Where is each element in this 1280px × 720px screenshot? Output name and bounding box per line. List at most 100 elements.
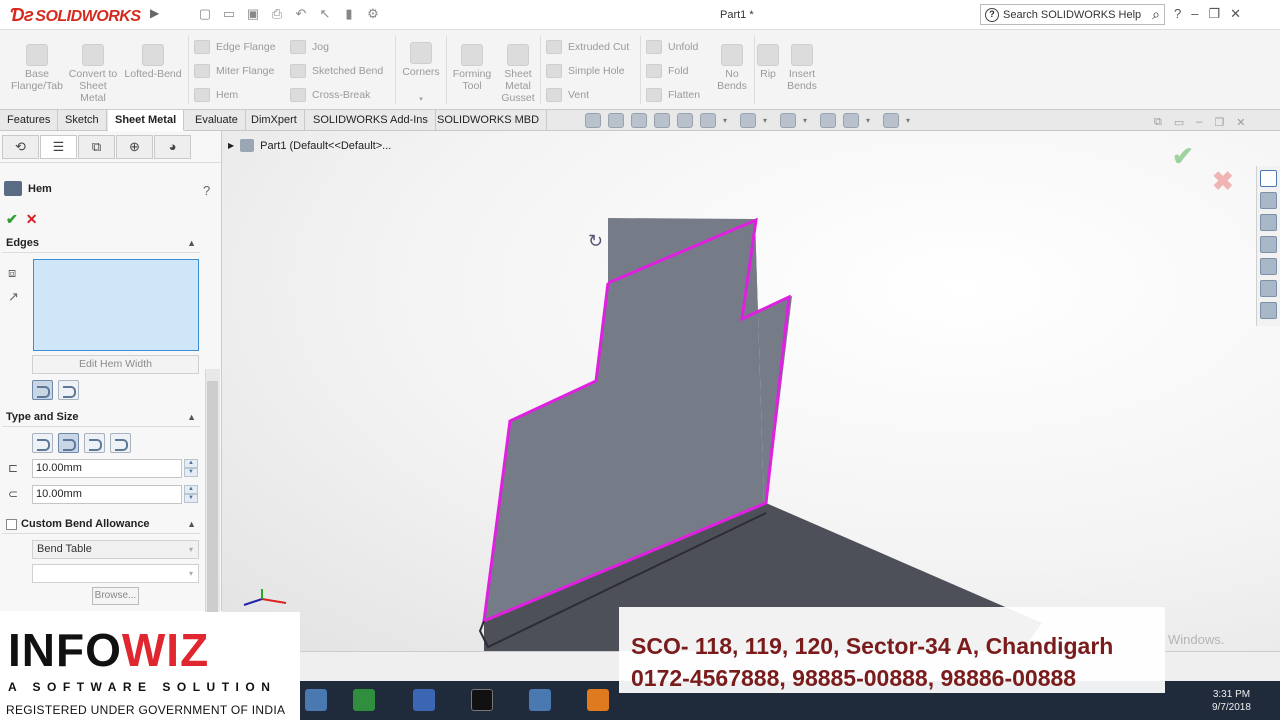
reverse-direction-icon[interactable]: ↗ [8,289,24,305]
doc-restore-icon[interactable]: ❐ [1214,116,1224,129]
section-view-icon[interactable] [654,113,670,128]
length-spinner[interactable]: ▲ ▼ [184,459,198,478]
home-icon[interactable] [1260,170,1277,187]
graphics-area[interactable]: ▶ Part1 (Default<<Default>... ↻ ✔ ✖ Wind… [222,131,1280,651]
tab-sketch[interactable]: Sketch [58,110,107,131]
dimxpert-manager-tab-icon[interactable]: ⊕ [116,134,153,159]
tab-addins[interactable]: SOLIDWORKS Add-Ins [306,110,436,131]
view-palette-icon[interactable] [1260,236,1277,253]
undo-icon[interactable]: ↶ [292,5,310,23]
property-manager-tab-icon[interactable]: ☰ [40,134,77,159]
design-library-icon[interactable] [1260,192,1277,209]
hem-rolled-button[interactable] [110,433,131,453]
spin-down-icon[interactable]: ▼ [184,468,198,477]
sheet-metal-part[interactable] [222,131,1280,651]
sketched-bend-button[interactable]: Sketched Bend [290,64,383,78]
display-style-icon[interactable] [740,113,756,128]
type-and-size-section-header[interactable]: Type and Size ▲ [2,409,200,427]
hem-button[interactable]: Hem [194,88,238,102]
cross-break-button[interactable]: Cross-Break [290,88,370,102]
no-bends-button[interactable]: No Bends [712,44,752,92]
tab-mbd[interactable]: SOLIDWORKS MBD [430,110,548,131]
doc-close-icon[interactable]: ✕ [1236,116,1245,129]
dynamic-annotation-icon[interactable] [677,113,693,128]
scene-icon[interactable] [843,113,859,128]
edges-selection-box[interactable] [33,259,199,351]
hide-show-icon[interactable] [780,113,796,128]
custom-properties-icon[interactable] [1260,280,1277,297]
tile-icon[interactable]: ⧉ [1154,116,1162,129]
forum-icon[interactable] [1260,302,1277,319]
collapse-chevron-icon[interactable]: ▲ [187,516,196,533]
browse-button[interactable]: Browse... [92,587,139,605]
spin-up-icon[interactable]: ▲ [184,459,198,468]
solidworks-logo[interactable]: Ɗƨ SOLIDWORKS [10,5,141,26]
convert-to-sheet-metal-button[interactable]: Convert to Sheet Metal [68,44,118,104]
bend-table-file-select[interactable] [32,564,199,583]
edit-hem-width-button[interactable]: Edit Hem Width [32,355,199,374]
split-icon[interactable]: ▭ [1174,116,1184,129]
menu-expand-icon[interactable]: ▶ [150,6,159,20]
taskbar-solidworks[interactable] [578,685,618,716]
view-orientation-icon[interactable] [700,113,716,128]
corners-dropdown-icon[interactable]: ▾ [398,94,444,106]
new-icon[interactable]: ▢ [196,5,214,23]
gap-distance-input[interactable]: 10.00mm [32,485,182,504]
edges-section-header[interactable]: Edges ▲ [2,235,200,253]
tab-evaluate[interactable]: Evaluate [188,110,246,131]
edge-flange-button[interactable]: Edge Flange [194,40,276,54]
vent-button[interactable]: Vent [546,88,589,102]
scene-dropdown-icon[interactable]: ▾ [866,113,876,128]
rebuild-icon[interactable]: ▮ [340,5,358,23]
file-explorer-icon[interactable] [1260,214,1277,231]
jog-button[interactable]: Jog [290,40,329,54]
feature-manager-tab-icon[interactable]: ⟲ [2,134,39,159]
spin-up-icon[interactable]: ▲ [184,485,198,494]
help-question-icon[interactable]: ? [203,183,210,198]
search-icon[interactable]: ⌕ [1152,6,1160,23]
configuration-manager-tab-icon[interactable]: ⧉ [78,134,115,159]
length-input[interactable]: 10.00mm [32,459,182,478]
close-icon[interactable]: ✕ [1230,6,1241,22]
search-input[interactable]: Search SOLIDWORKS Help [1003,9,1148,21]
forming-tool-button[interactable]: Forming Tool [450,44,494,92]
custom-bend-allowance-checkbox[interactable] [6,519,17,530]
taskbar-app-2[interactable] [344,685,384,716]
collapse-chevron-icon[interactable]: ▲ [187,409,196,426]
cancel-x-icon[interactable]: ✕ [26,211,38,228]
ok-check-icon[interactable]: ✔ [6,211,18,228]
taskbar-app-1[interactable] [296,685,336,716]
open-icon[interactable]: ▭ [220,5,238,23]
taskbar-app-3[interactable] [404,685,444,716]
bend-outside-button[interactable] [58,380,79,400]
hem-closed-button[interactable] [32,433,53,453]
appearances-icon[interactable] [1260,258,1277,275]
save-icon[interactable]: ▣ [244,5,262,23]
lofted-bend-button[interactable]: Lofted-Bend [120,44,186,80]
simple-hole-button[interactable]: Simple Hole [546,64,625,78]
zoom-area-icon[interactable] [608,113,624,128]
hem-open-button[interactable] [58,433,79,453]
zoom-to-fit-icon[interactable] [585,113,601,128]
select-icon[interactable]: ↖ [316,5,334,23]
taskbar-app-4[interactable] [462,685,502,716]
bend-table-select[interactable]: Bend Table [32,540,199,559]
doc-minimize-icon[interactable]: – [1196,116,1202,129]
view-settings-icon[interactable] [883,113,899,128]
help-search[interactable]: ? Search SOLIDWORKS Help ⌕ [980,4,1165,25]
spin-down-icon[interactable]: ▼ [184,494,198,503]
tab-dimxpert[interactable]: DimXpert [244,110,305,131]
view-settings-dropdown-icon[interactable]: ▾ [906,113,916,128]
hide-show-dropdown-icon[interactable]: ▾ [803,113,813,128]
taskbar-app-5[interactable] [520,685,560,716]
restore-icon[interactable]: ❐ [1208,6,1220,22]
unfold-button[interactable]: Unfold [646,40,698,54]
miter-flange-button[interactable]: Miter Flange [194,64,274,78]
print-icon[interactable]: ⎙ [268,5,286,23]
insert-bends-button[interactable]: Insert Bends [782,44,822,92]
help-icon[interactable]: ? [1174,6,1181,22]
view-orientation-dropdown-icon[interactable]: ▾ [723,113,733,128]
material-inside-button[interactable] [32,380,53,400]
tab-sheet-metal[interactable]: Sheet Metal [108,110,185,131]
options-gear-icon[interactable]: ⚙ [364,5,382,23]
